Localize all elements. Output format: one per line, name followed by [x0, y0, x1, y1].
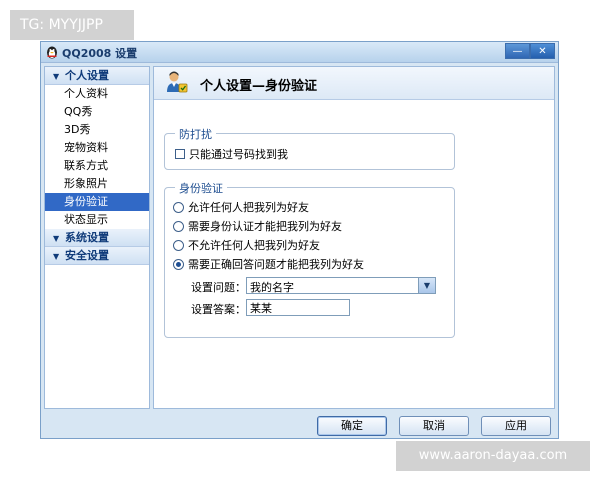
title-bar[interactable]: QQ2008 设置 — ✕ [41, 42, 558, 63]
close-button[interactable]: ✕ [530, 43, 555, 59]
chevron-down-icon[interactable]: ▼ [418, 278, 435, 293]
radio-require-auth[interactable]: 需要身份认证才能把我列为好友 [173, 219, 342, 233]
sidebar-item-verification[interactable]: 身份验证 [45, 193, 149, 211]
radio-button[interactable] [173, 201, 184, 213]
answer-input[interactable] [246, 299, 350, 316]
radio-button[interactable] [173, 220, 184, 232]
verification-group: 身份验证 允许任何人把我列为好友 需要身份认证才能把我列为好友 不允许任何人把我… [164, 180, 455, 338]
settings-sidebar: ▼ 个人设置 个人资料 QQ秀 3D秀 宠物资料 联系方式 形象照片 身份验证 状… [44, 66, 150, 409]
panel-header: 个人设置—身份验证 [154, 67, 554, 100]
settings-panel: 个人设置—身份验证 防打扰 只能通过号码找到我 身份验证 允许任何人把我列为好友… [153, 66, 555, 409]
panel-title: 个人设置—身份验证 [200, 79, 318, 94]
watermark-top: TG: MYYJJPP [10, 10, 134, 40]
sidebar-item-photo[interactable]: 形象照片 [45, 175, 149, 193]
minimize-button[interactable]: — [505, 43, 530, 59]
question-label: 设置问题： [191, 281, 246, 294]
apply-button[interactable]: 应用 [481, 416, 551, 436]
sidebar-item-profile[interactable]: 个人资料 [45, 85, 149, 103]
collapse-arrow-icon: ▼ [53, 234, 60, 243]
sidebar-section-security[interactable]: ▼ 安全设置 [45, 247, 149, 265]
sidebar-item-status[interactable]: 状态显示 [45, 211, 149, 229]
sidebar-item-pet[interactable]: 宠物资料 [45, 139, 149, 157]
sidebar-section-system[interactable]: ▼ 系统设置 [45, 229, 149, 247]
ok-button[interactable]: 确定 [317, 416, 387, 436]
radio-label: 允许任何人把我列为好友 [188, 201, 309, 214]
sidebar-section-label: 个人设置 [65, 69, 109, 82]
user-verification-icon [167, 71, 188, 93]
sidebar-item-qq-show[interactable]: QQ秀 [45, 103, 149, 121]
question-select[interactable]: 我的名字 ▼ [246, 277, 436, 294]
qq-penguin-icon [47, 46, 57, 59]
watermark-bottom: www.aaron-dayaa.com [396, 441, 590, 471]
radio-label: 需要身份认证才能把我列为好友 [188, 220, 342, 233]
collapse-arrow-icon: ▼ [53, 252, 60, 261]
sidebar-item-contact[interactable]: 联系方式 [45, 157, 149, 175]
number-only-option[interactable]: 只能通过号码找到我 [175, 146, 288, 162]
number-only-label: 只能通过号码找到我 [189, 148, 288, 161]
cancel-button[interactable]: 取消 [399, 416, 469, 436]
verification-legend: 身份验证 [175, 180, 227, 196]
radio-button-selected[interactable] [173, 258, 184, 270]
sidebar-item-3d-show[interactable]: 3D秀 [45, 121, 149, 139]
collapse-arrow-icon: ▼ [53, 72, 60, 81]
anti-disturb-group: 防打扰 只能通过号码找到我 [164, 126, 455, 170]
number-only-checkbox[interactable] [175, 149, 185, 159]
radio-allow-anyone[interactable]: 允许任何人把我列为好友 [173, 200, 309, 214]
settings-window: QQ2008 设置 — ✕ ▼ 个人设置 个人资料 QQ秀 3D秀 宠物资料 联系… [40, 41, 559, 439]
radio-require-answer[interactable]: 需要正确回答问题才能把我列为好友 [173, 257, 364, 271]
question-value: 我的名字 [250, 281, 294, 294]
sidebar-section-label: 系统设置 [65, 231, 109, 244]
window-title: QQ2008 设置 [62, 47, 138, 60]
radio-deny-anyone[interactable]: 不允许任何人把我列为好友 [173, 238, 320, 252]
sidebar-section-label: 安全设置 [65, 249, 109, 262]
answer-label: 设置答案： [191, 303, 246, 316]
window-controls: — ✕ [505, 43, 555, 60]
radio-label: 需要正确回答问题才能把我列为好友 [188, 258, 364, 271]
radio-button[interactable] [173, 239, 184, 251]
radio-label: 不允许任何人把我列为好友 [188, 239, 320, 252]
anti-disturb-legend: 防打扰 [175, 126, 216, 142]
sidebar-section-personal[interactable]: ▼ 个人设置 [45, 67, 149, 85]
